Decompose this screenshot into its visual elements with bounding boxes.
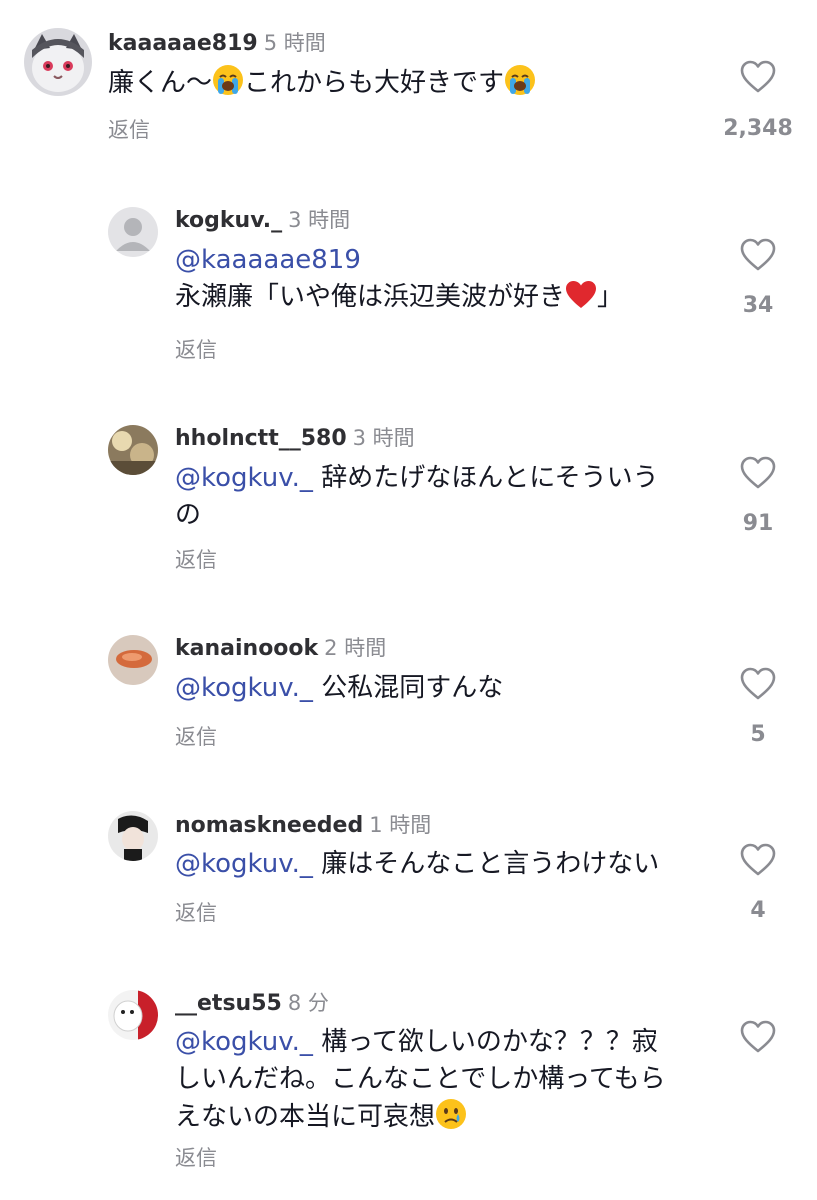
comment-text: @kogkuv._ 構って欲しいのかな？？？寂 しいんだね。こんなことでしか構っ… bbox=[175, 1024, 666, 1141]
username[interactable]: hholnctt__580 bbox=[175, 426, 347, 451]
comment-meta: kanainoook 2 時間 bbox=[175, 638, 386, 660]
comment-meta: hholnctt__580 3 時間 bbox=[175, 428, 415, 450]
reply-button[interactable]: 返信 bbox=[175, 340, 217, 361]
comment-text-part: 廉くん〜 bbox=[108, 68, 213, 98]
photo-avatar-icon bbox=[108, 425, 158, 475]
comment-text-part: 辞めたげなほんとにそういう bbox=[321, 463, 659, 493]
comment-text-part: しいんだね。こんなことでしか構ってもら bbox=[175, 1064, 666, 1094]
like-heart-icon[interactable] bbox=[740, 238, 776, 271]
timestamp: 8 分 bbox=[287, 991, 329, 1015]
comment-text-part: 廉はそんなこと言うわけない bbox=[321, 849, 660, 879]
like-count: 91 bbox=[742, 511, 774, 536]
comment-meta: __etsu55 8 分 bbox=[175, 993, 329, 1015]
timestamp: 1 時間 bbox=[369, 813, 432, 837]
comment-text: @kaaaaae819 永瀬廉「いや俺は浜辺美波が好き 」 bbox=[175, 242, 623, 321]
reply-button[interactable]: 返信 bbox=[175, 903, 217, 924]
username[interactable]: nomaskneeded bbox=[175, 813, 363, 838]
reply-button[interactable]: 返信 bbox=[175, 727, 217, 748]
avatar[interactable] bbox=[108, 635, 158, 685]
photo-avatar-icon bbox=[108, 990, 158, 1040]
comment-text: @kogkuv._ 廉はそんなこと言うわけない bbox=[175, 846, 659, 883]
mention-link[interactable]: @kogkuv._ bbox=[175, 1027, 313, 1057]
photo-avatar-icon bbox=[108, 635, 158, 685]
photo-avatar-icon bbox=[108, 811, 158, 861]
like-heart-icon[interactable] bbox=[740, 456, 776, 489]
comment-text-part: えないの本当に可哀想 bbox=[175, 1102, 436, 1132]
like-count: 34 bbox=[742, 293, 774, 318]
avatar[interactable] bbox=[24, 28, 92, 96]
comment-text-part: 公私混同すんな bbox=[321, 673, 504, 703]
comment-text-part: 」 bbox=[597, 282, 624, 312]
avatar[interactable] bbox=[108, 425, 158, 475]
comment-meta: kaaaaae819 5 時間 bbox=[108, 33, 326, 55]
loudly-crying-face-icon bbox=[212, 64, 244, 107]
mention-link[interactable]: @kogkuv._ bbox=[175, 463, 313, 493]
like-count: 5 bbox=[750, 722, 766, 747]
avatar[interactable] bbox=[108, 207, 158, 257]
crying-face-icon bbox=[435, 1098, 467, 1141]
comment-text-part: 構って欲しいのかな？？？寂 bbox=[321, 1027, 658, 1057]
default-user-icon bbox=[108, 207, 158, 257]
username[interactable]: __etsu55 bbox=[175, 991, 282, 1016]
timestamp: 2 時間 bbox=[324, 636, 387, 660]
mention-link[interactable]: @kaaaaae819 bbox=[175, 242, 623, 279]
reply-button[interactable]: 返信 bbox=[108, 120, 150, 141]
reply-button[interactable]: 返信 bbox=[175, 1148, 217, 1169]
red-heart-icon bbox=[565, 280, 597, 321]
comment-meta: kogkuv._ 3 時間 bbox=[175, 210, 350, 232]
comment-text: 廉くん〜 これからも大好きです bbox=[108, 64, 536, 107]
username[interactable]: kaaaaae819 bbox=[108, 31, 258, 56]
comment-text: @kogkuv._ 公私混同すんな bbox=[175, 670, 503, 707]
like-heart-icon[interactable] bbox=[740, 1020, 776, 1053]
timestamp: 3 時間 bbox=[352, 426, 415, 450]
comment-meta: nomaskneeded 1 時間 bbox=[175, 815, 431, 837]
reply-button[interactable]: 返信 bbox=[175, 550, 217, 571]
comment-text-part: 永瀬廉「いや俺は浜辺美波が好き bbox=[175, 282, 566, 312]
loudly-crying-face-icon bbox=[504, 64, 536, 107]
mention-link[interactable]: @kogkuv._ bbox=[175, 849, 313, 879]
mention-link[interactable]: @kogkuv._ bbox=[175, 673, 313, 703]
username[interactable]: kogkuv._ bbox=[175, 208, 282, 233]
cat-avatar-icon bbox=[24, 28, 92, 96]
like-heart-icon[interactable] bbox=[740, 667, 776, 700]
username[interactable]: kanainoook bbox=[175, 636, 318, 661]
like-count: 4 bbox=[750, 898, 766, 923]
timestamp: 5 時間 bbox=[263, 31, 326, 55]
comment-text: @kogkuv._ 辞めたげなほんとにそういう の bbox=[175, 460, 659, 534]
comment-text-part: これからも大好きです bbox=[244, 68, 505, 98]
like-count: 2,348 bbox=[723, 116, 793, 141]
avatar[interactable] bbox=[108, 811, 158, 861]
like-heart-icon[interactable] bbox=[740, 60, 776, 93]
timestamp: 3 時間 bbox=[288, 208, 351, 232]
comment-text-part: の bbox=[175, 500, 202, 530]
avatar[interactable] bbox=[108, 990, 158, 1040]
like-heart-icon[interactable] bbox=[740, 843, 776, 876]
